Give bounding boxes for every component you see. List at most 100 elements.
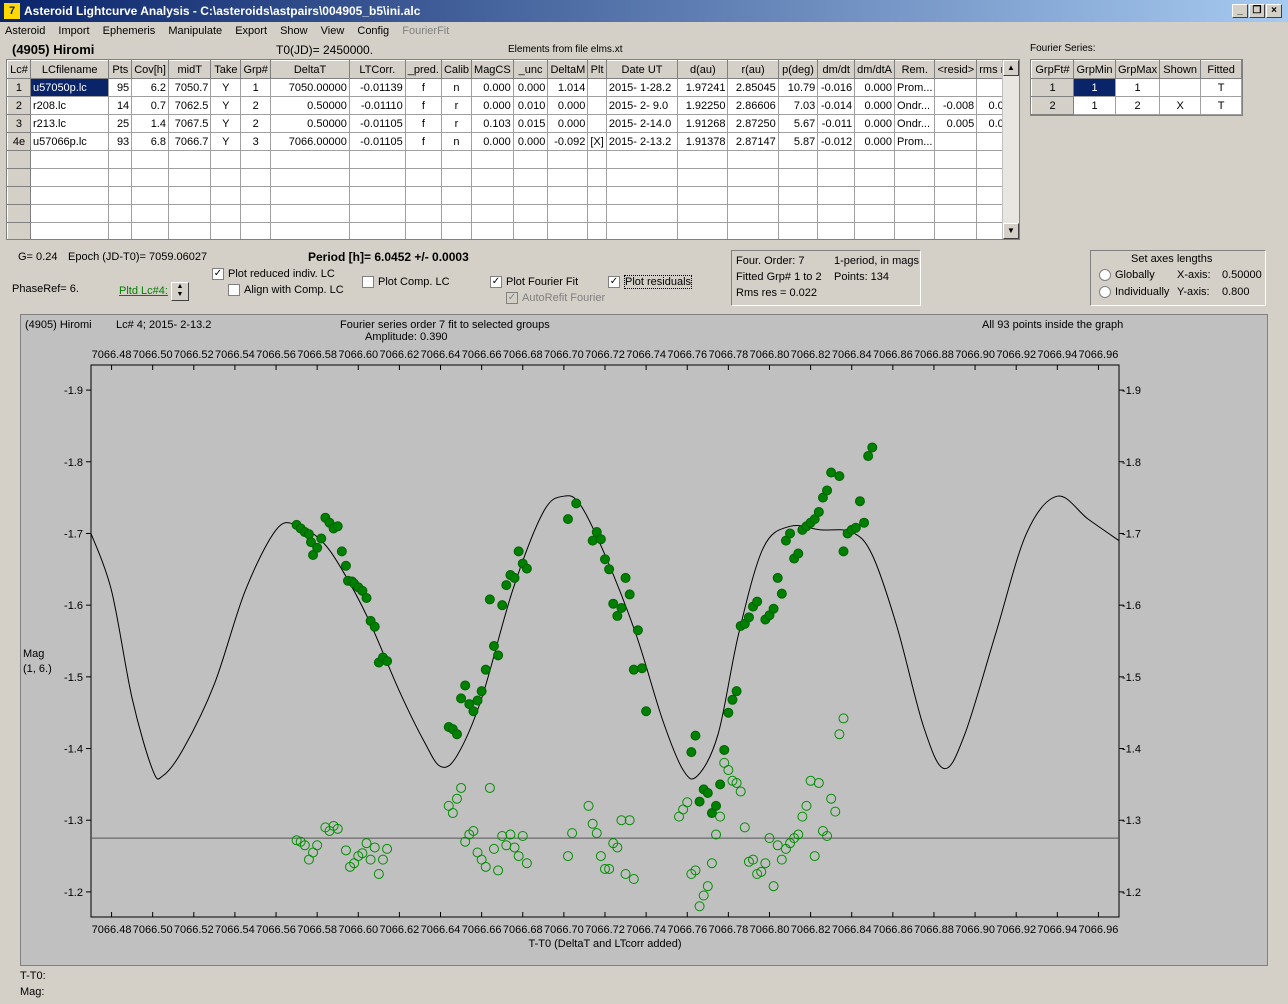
lc-cell[interactable]: [817, 186, 856, 205]
lc-col-header[interactable]: DeltaM: [547, 60, 589, 79]
lc-cell[interactable]: [404, 186, 442, 205]
lc-col-header[interactable]: _pred.: [404, 60, 442, 79]
lc-cell[interactable]: [934, 78, 978, 97]
lc-cell[interactable]: [934, 168, 978, 187]
lc-cell[interactable]: -0.016: [817, 78, 856, 97]
lc-cell[interactable]: [894, 186, 936, 205]
lc-cell[interactable]: [547, 150, 589, 169]
lc-cell[interactable]: 0.000: [854, 132, 896, 151]
lc-cell[interactable]: [512, 222, 549, 239]
lc-cell[interactable]: [440, 150, 473, 169]
lc-cell[interactable]: n: [440, 78, 473, 97]
lc-cell[interactable]: f: [404, 78, 442, 97]
lc-cell[interactable]: [471, 204, 514, 223]
lc-cell[interactable]: [587, 150, 607, 169]
lc-cell[interactable]: [167, 204, 212, 223]
lc-row-header[interactable]: [7, 186, 31, 205]
lc-cell[interactable]: [777, 168, 819, 187]
lc-cell[interactable]: 2.86606: [727, 96, 779, 115]
lc-cell[interactable]: Y: [210, 114, 242, 133]
lc-cell[interactable]: [605, 186, 679, 205]
lc-cell[interactable]: -0.014: [817, 96, 856, 115]
lc-cell[interactable]: [894, 204, 936, 223]
lc-cell[interactable]: [210, 168, 242, 187]
lc-cell[interactable]: [108, 150, 133, 169]
lc-cell[interactable]: 7066.00000: [270, 132, 350, 151]
lc-cell[interactable]: [677, 168, 729, 187]
lc-cell[interactable]: [348, 222, 406, 239]
lc-col-header[interactable]: p(deg): [777, 60, 819, 79]
lc-cell[interactable]: [547, 186, 589, 205]
lc-cell[interactable]: r213.lc: [29, 114, 110, 133]
lc-cell[interactable]: [131, 222, 169, 239]
lightcurve-plot-area[interactable]: (4905) Hiromi Lc# 4; 2015- 2-13.2 Fourie…: [20, 314, 1268, 966]
lc-cell[interactable]: 2.87250: [727, 114, 779, 133]
lc-cell[interactable]: [108, 168, 133, 187]
lc-cell[interactable]: [587, 204, 607, 223]
lc-cell[interactable]: [270, 168, 350, 187]
lc-cell[interactable]: [587, 114, 607, 133]
lc-row-header[interactable]: [7, 150, 31, 169]
lc-table-row[interactable]: 1 u57050p.lc 95 6.2 7050.7 Y 1 7050.00000 -0.011…: [7, 78, 1019, 97]
lc-cell[interactable]: [512, 150, 549, 169]
lc-cell[interactable]: [404, 168, 442, 187]
lc-cell[interactable]: 2: [240, 114, 272, 133]
lc-cell[interactable]: -0.011: [817, 114, 856, 133]
lc-cell[interactable]: [777, 186, 819, 205]
lc-cell[interactable]: [108, 186, 133, 205]
lc-cell[interactable]: 1.4: [131, 114, 169, 133]
lc-col-header[interactable]: d(au): [677, 60, 729, 79]
lc-col-header[interactable]: midT: [167, 60, 212, 79]
lc-cell[interactable]: [210, 186, 242, 205]
lc-col-header[interactable]: _unc: [512, 60, 549, 79]
lc-cell[interactable]: [727, 204, 779, 223]
lc-col-header[interactable]: MagCS: [471, 60, 514, 79]
fs-row-header[interactable]: 2: [1031, 96, 1074, 115]
lc-cell[interactable]: [547, 168, 589, 187]
lc-col-header[interactable]: LCfilename: [29, 60, 110, 79]
lc-cell[interactable]: 0.103: [471, 114, 514, 133]
lc-cell[interactable]: 2.87147: [727, 132, 779, 151]
lc-cell[interactable]: 2015- 2- 9.0: [605, 96, 679, 115]
fs-cell[interactable]: 1: [1073, 96, 1116, 115]
fs-col-header[interactable]: Shown: [1159, 60, 1202, 79]
lc-cell[interactable]: [854, 168, 896, 187]
lc-cell[interactable]: [440, 186, 473, 205]
lc-cell[interactable]: [471, 186, 514, 205]
close-icon[interactable]: ×: [1266, 4, 1282, 18]
lc-cell[interactable]: 0.000: [471, 96, 514, 115]
lc-cell[interactable]: [440, 204, 473, 223]
restore-icon[interactable]: ❐: [1249, 4, 1265, 18]
lc-table-row[interactable]: 2 r208.lc 14 0.7 7062.5 Y 2 0.50000 -0.01110 f r 0.…: [7, 96, 1019, 115]
lc-cell[interactable]: -0.008: [934, 96, 978, 115]
lc-cell[interactable]: [167, 222, 212, 239]
lc-cell[interactable]: 3: [240, 132, 272, 151]
lc-cell[interactable]: [854, 204, 896, 223]
lc-table-row[interactable]: 3 r213.lc 25 1.4 7067.5 Y 2 0.50000 -0.01105 f r 0.…: [7, 114, 1019, 133]
lc-cell[interactable]: f: [404, 114, 442, 133]
lc-cell[interactable]: 1.91378: [677, 132, 729, 151]
lc-cell[interactable]: 0.50000: [270, 114, 350, 133]
lc-cell[interactable]: [471, 168, 514, 187]
lc-cell[interactable]: 7067.5: [167, 114, 212, 133]
lc-cell[interactable]: r: [440, 114, 473, 133]
lc-cell[interactable]: 0.50000: [270, 96, 350, 115]
lc-row-header[interactable]: [7, 204, 31, 223]
lc-col-header[interactable]: Date UT: [605, 60, 679, 79]
lc-table-empty-row[interactable]: [7, 186, 1019, 205]
lc-cell[interactable]: 0.000: [512, 132, 549, 151]
lc-cell[interactable]: [587, 222, 607, 239]
lc-cell[interactable]: -0.012: [817, 132, 856, 151]
lc-cell[interactable]: [131, 204, 169, 223]
lc-col-header[interactable]: Lc#: [7, 60, 31, 79]
lc-cell[interactable]: [727, 186, 779, 205]
pltd-lc-link[interactable]: Pltd Lc#4:: [119, 285, 168, 297]
lc-spinner[interactable]: ▲ ▼: [171, 282, 189, 301]
lc-cell[interactable]: -0.01105: [348, 114, 406, 133]
lc-cell[interactable]: 7.03: [777, 96, 819, 115]
lc-cell[interactable]: [677, 150, 729, 169]
lc-cell[interactable]: [348, 150, 406, 169]
lc-cell[interactable]: [131, 168, 169, 187]
lc-cell[interactable]: [348, 168, 406, 187]
lc-cell[interactable]: -0.01110: [348, 96, 406, 115]
